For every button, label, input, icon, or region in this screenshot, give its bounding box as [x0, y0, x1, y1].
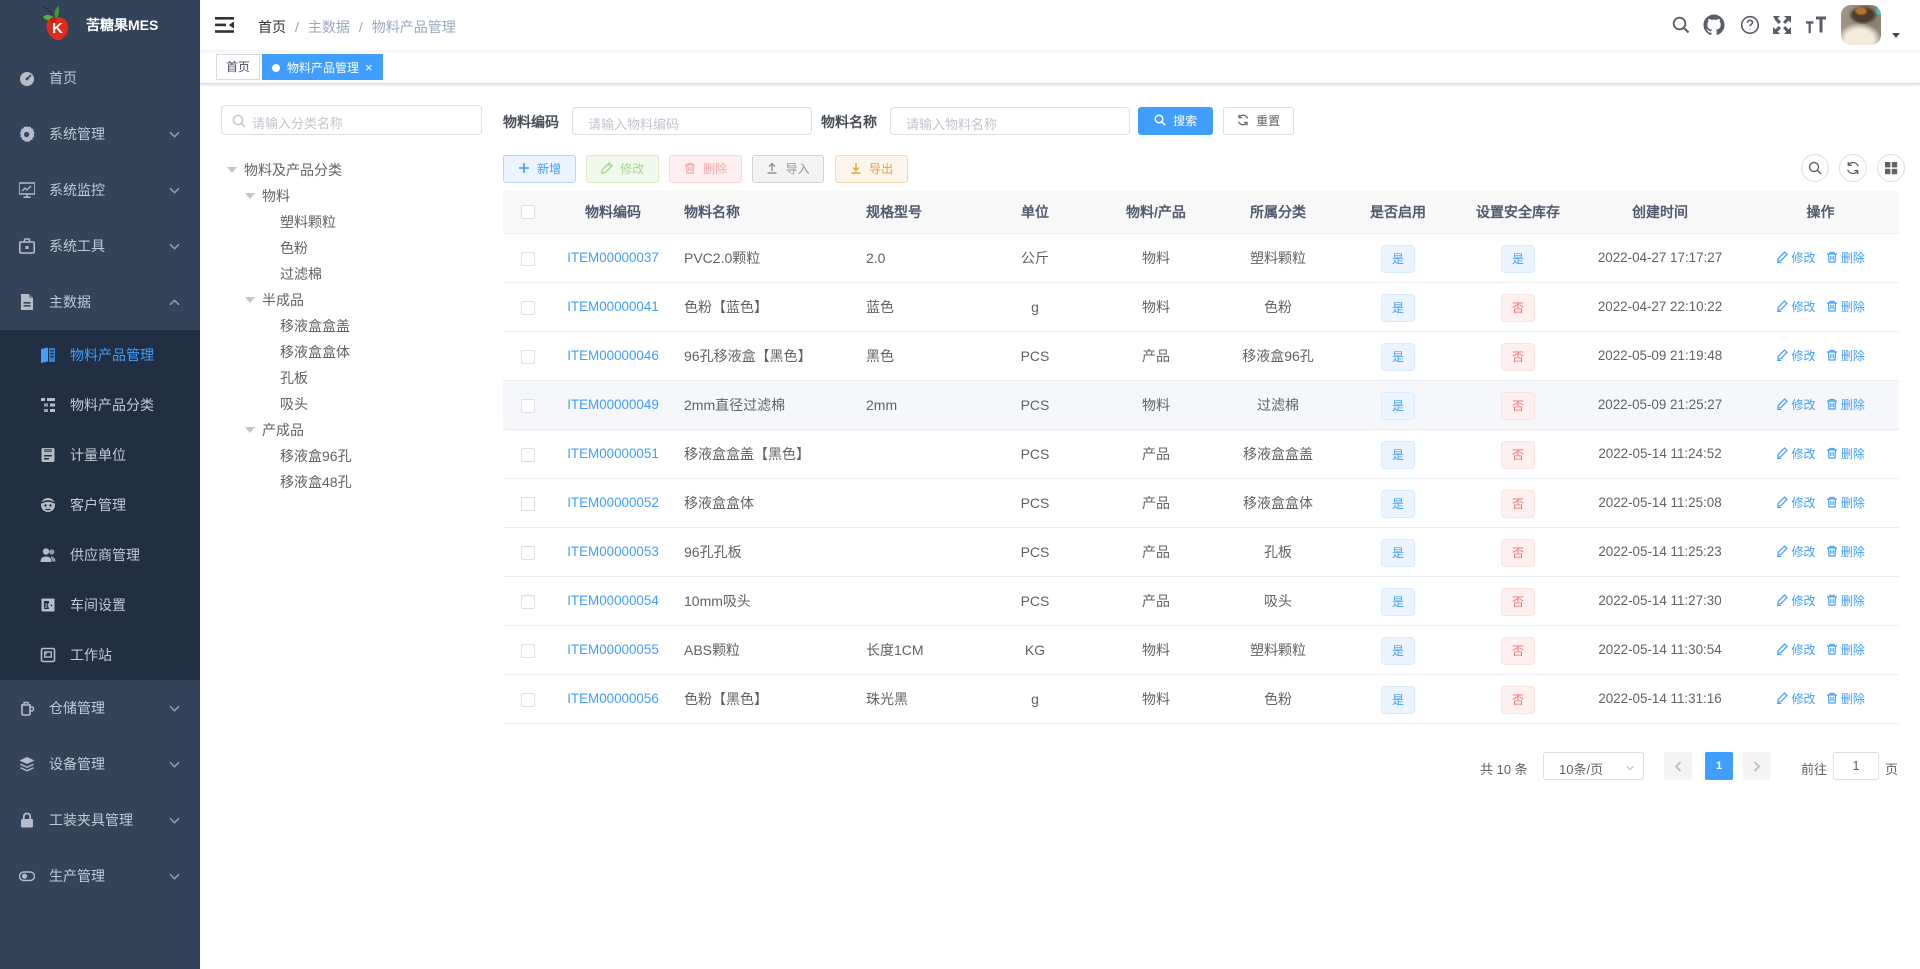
svg-text:2P: 2P: [45, 603, 52, 609]
svg-text:K: K: [52, 20, 63, 37]
